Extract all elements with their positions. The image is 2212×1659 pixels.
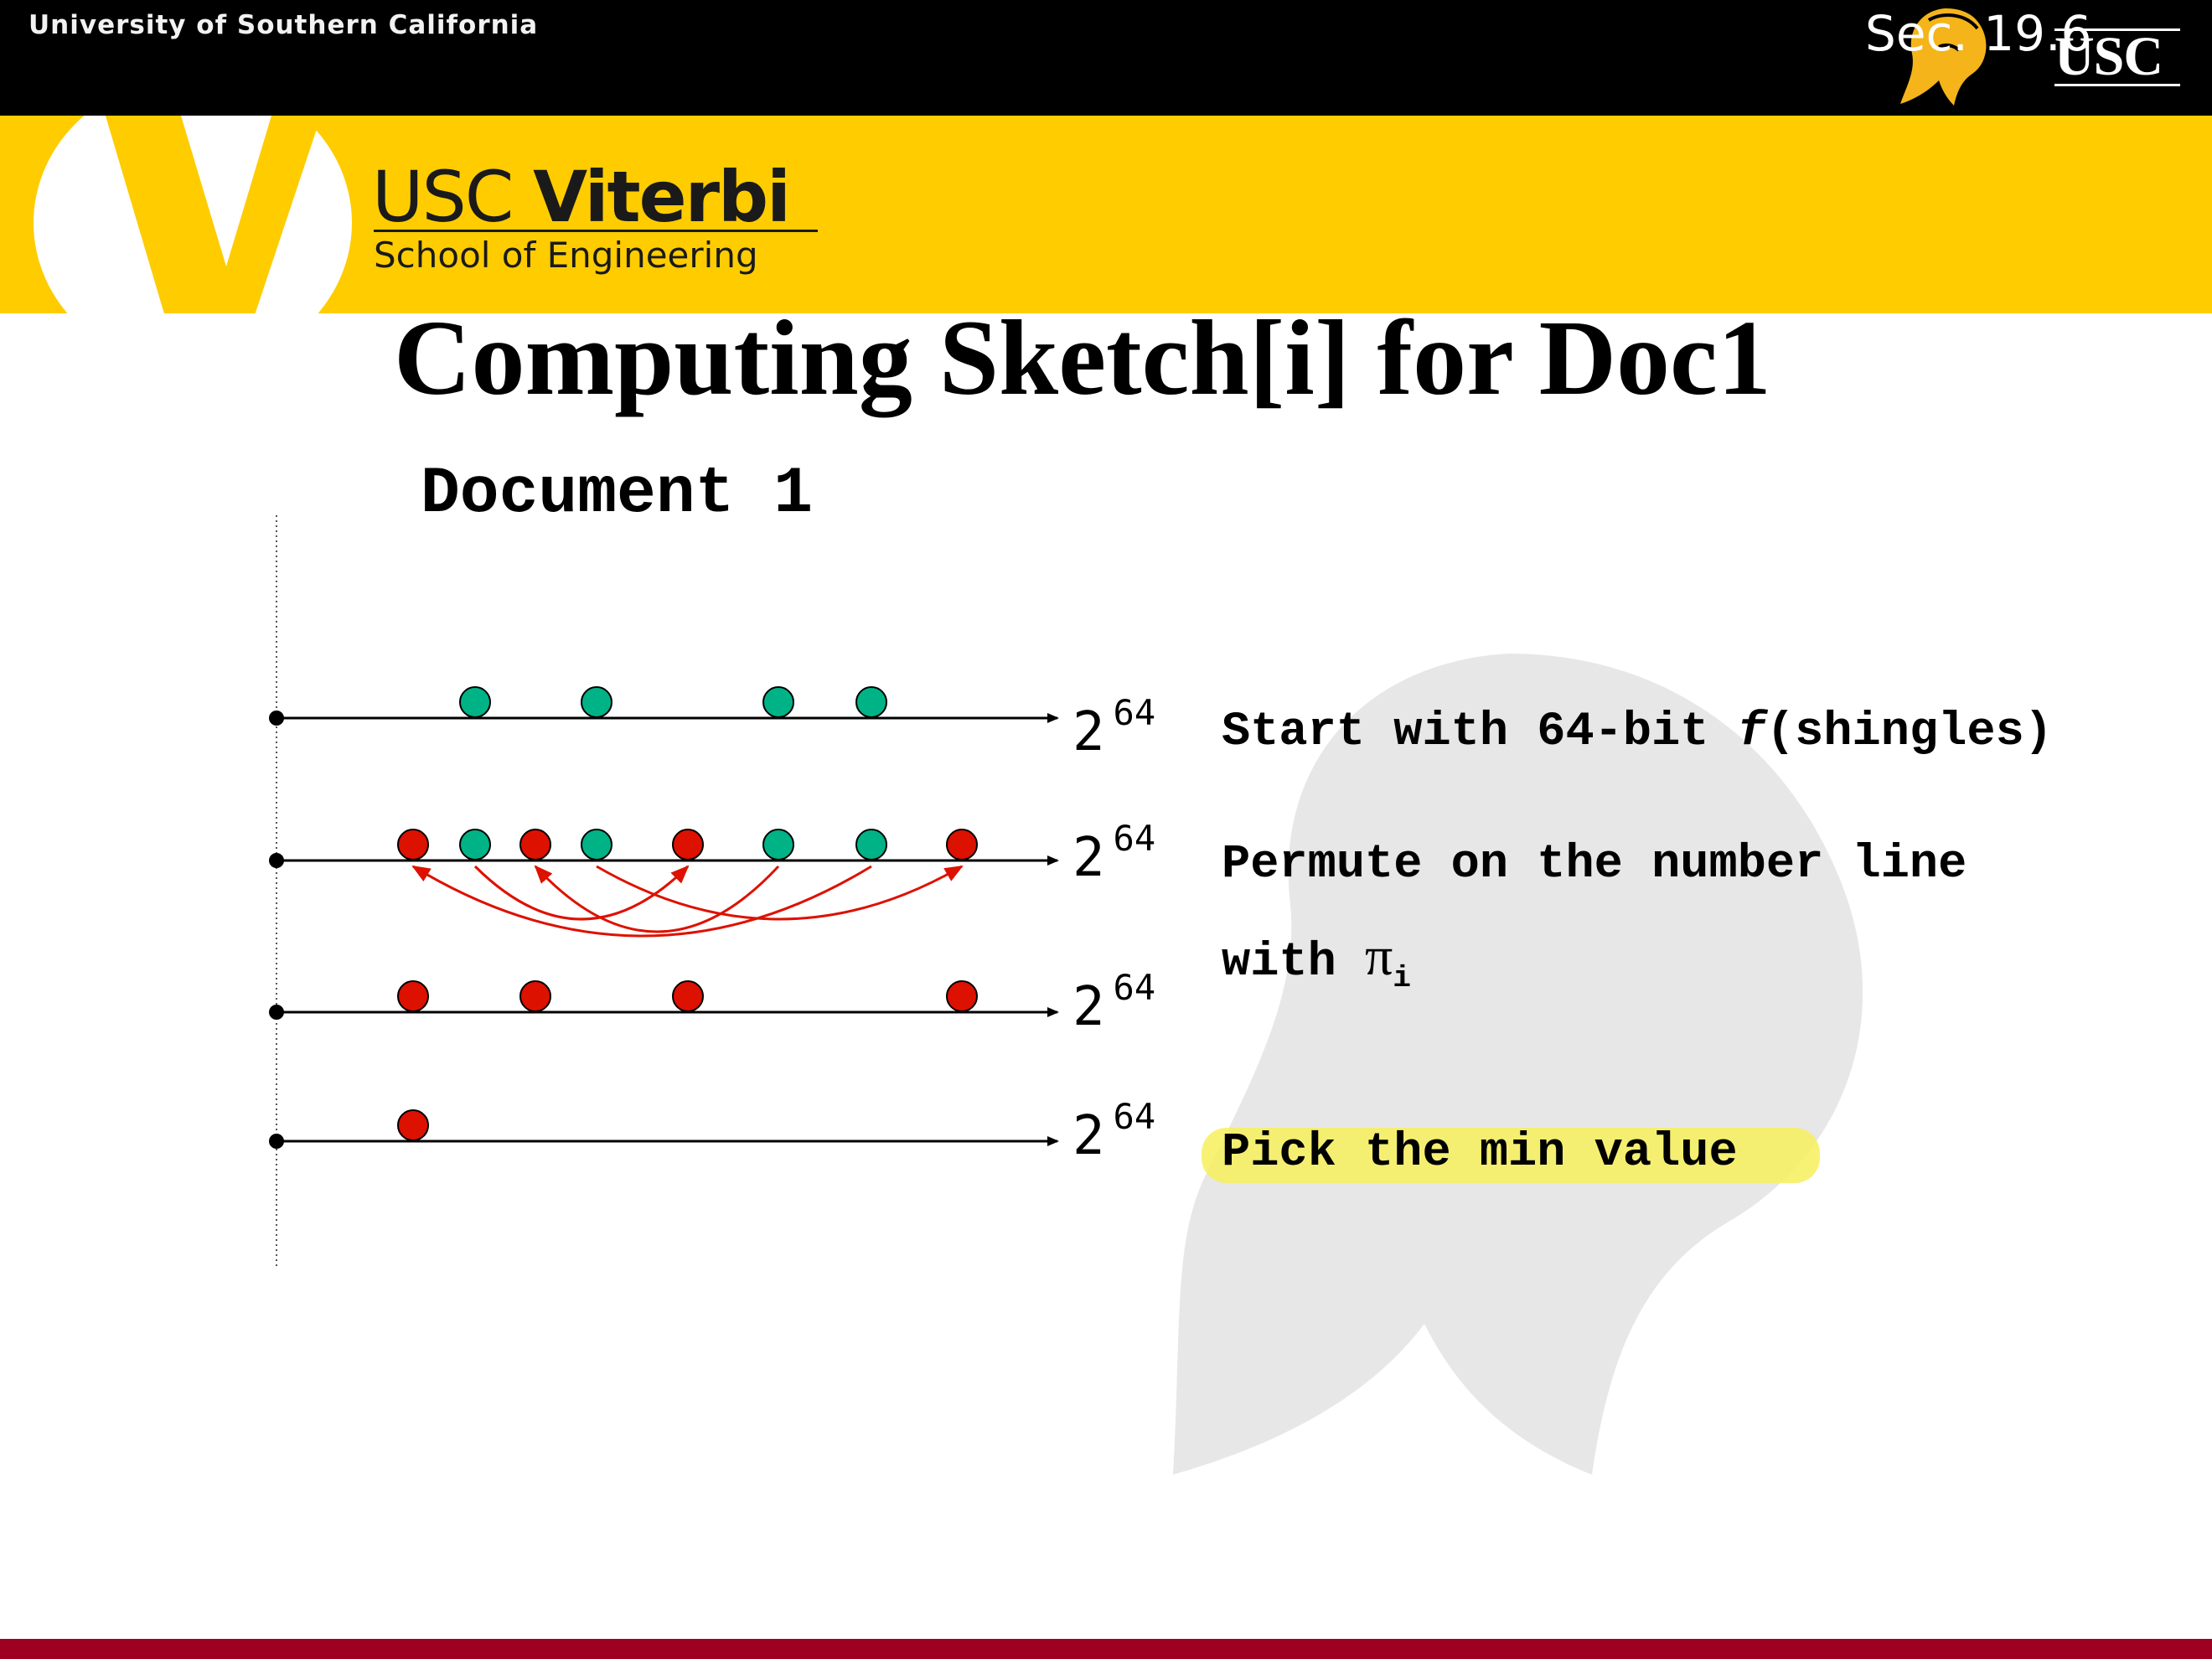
axis-max-label-3: 2 64 (1072, 967, 1156, 1038)
shingle-dot (762, 829, 794, 861)
axis-max-label-1: 2 64 (1072, 692, 1156, 763)
permuted-dot (946, 829, 978, 861)
permuted-dot (397, 1109, 429, 1141)
shingle-dot (459, 686, 491, 718)
shingle-dot (855, 829, 887, 861)
shingle-dot (581, 686, 612, 718)
origin-point (269, 711, 284, 726)
footer-bar (0, 1639, 2212, 1659)
shingle-dot (459, 829, 491, 861)
shingle-dot (762, 686, 794, 718)
origin-point (269, 1134, 284, 1149)
permuted-dot (397, 980, 429, 1012)
step-permute-with-text: with πi (1222, 926, 1411, 995)
permuted-dot (397, 829, 429, 861)
shingle-dot (855, 686, 887, 718)
permuted-dot (672, 980, 704, 1012)
origin-point (269, 1005, 284, 1020)
step-start-text: Start with 64-bit f(shingles) (1222, 705, 2053, 759)
step-pick-min-text: Pick the min value (1222, 1126, 1738, 1180)
origin-point (269, 853, 284, 868)
permuted-dot (672, 829, 704, 861)
permuted-dot (519, 829, 551, 861)
axis-max-label-2: 2 64 (1072, 818, 1156, 889)
axis-max-label-4: 2 64 (1072, 1096, 1156, 1167)
step-permute-text: Permute on the number line (1222, 838, 1967, 892)
permuted-dot (519, 980, 551, 1012)
permuted-dot (946, 980, 978, 1012)
shingle-dot (581, 829, 612, 861)
